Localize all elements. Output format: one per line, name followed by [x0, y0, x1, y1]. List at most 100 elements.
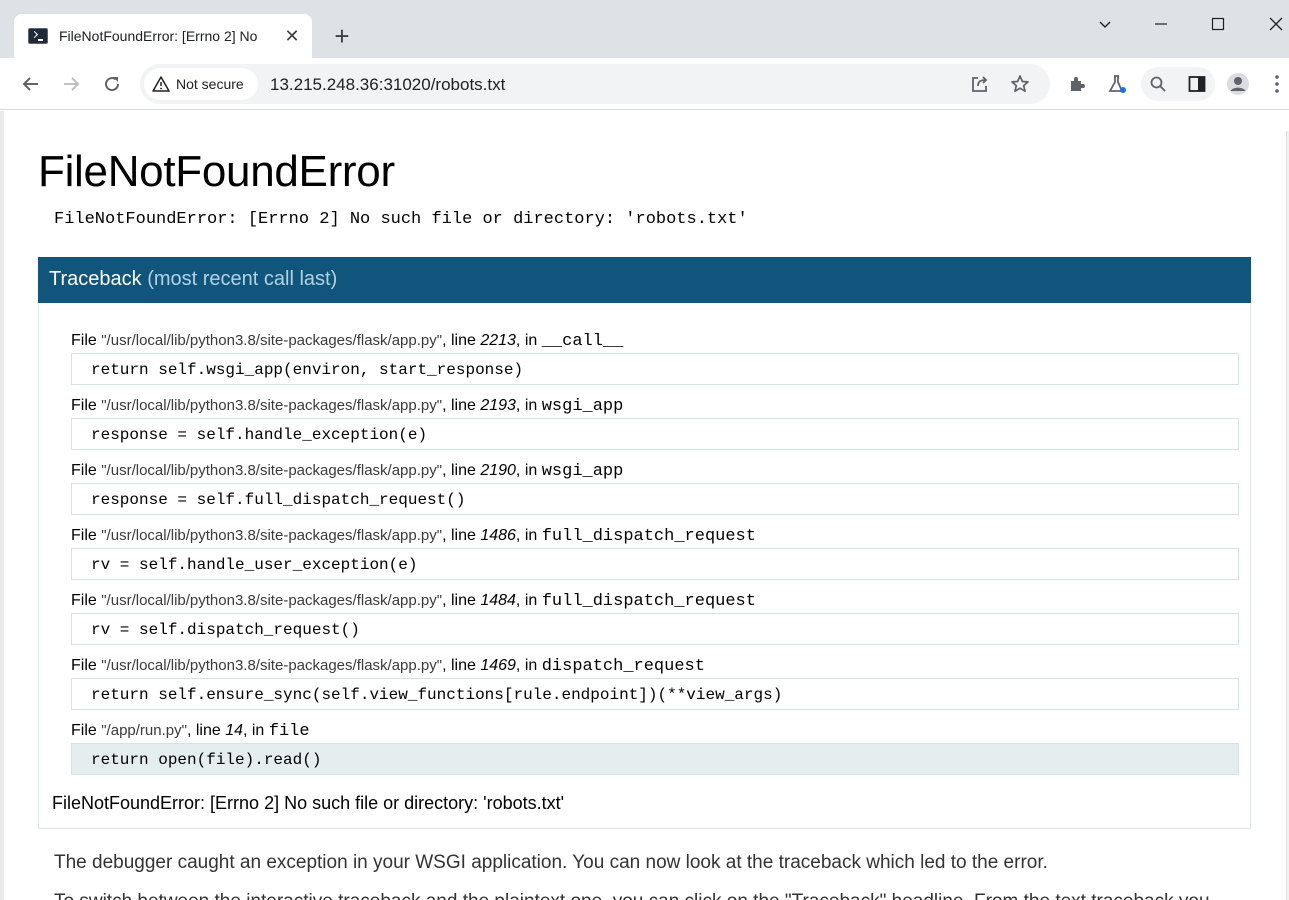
- close-window-icon[interactable]: [1262, 10, 1289, 38]
- frame-function: wsgi_app: [541, 397, 624, 416]
- frame-line-label: , line: [186, 722, 226, 739]
- frame-function: wsgi_app: [541, 462, 624, 481]
- frame-function: dispatch_request: [541, 657, 705, 676]
- frame-location: File "/usr/local/lib/python3.8/site-pack…: [71, 332, 1239, 353]
- frame-filename: "/usr/local/lib/python3.8/site-packages/…: [101, 397, 443, 414]
- frame-location: File "/usr/local/lib/python3.8/site-pack…: [71, 397, 1239, 418]
- frame-location: File "/usr/local/lib/python3.8/site-pack…: [71, 657, 1239, 678]
- frame-in-label: , in: [515, 462, 542, 479]
- frame-file-prefix: File: [71, 397, 102, 414]
- traceback-frame[interactable]: File "/usr/local/lib/python3.8/site-pack…: [71, 332, 1239, 385]
- new-tab-icon[interactable]: +: [328, 22, 356, 50]
- frame-code-line[interactable]: rv = self.dispatch_request(): [71, 613, 1239, 645]
- back-icon[interactable]: [16, 69, 46, 99]
- page-viewport[interactable]: FileNotFoundError FileNotFoundError: [Er…: [0, 111, 1289, 900]
- share-icon[interactable]: [965, 69, 995, 99]
- frame-function: full_dispatch_request: [541, 592, 756, 611]
- traceback-frame[interactable]: File "/app/run.py", line 14, in file retu…: [71, 722, 1239, 775]
- frame-file-prefix: File: [71, 657, 102, 674]
- tab-search-chevron-icon[interactable]: [1091, 10, 1119, 38]
- frame-location: File "/app/run.py", line 14, in file: [71, 722, 1239, 743]
- tab-strip: FileNotFoundError: [Errno 2] No ✕ +: [0, 0, 1289, 58]
- frame-code-line[interactable]: return self.ensure_sync(self.view_functi…: [71, 678, 1239, 710]
- frame-code-line[interactable]: response = self.handle_exception(e): [71, 418, 1239, 450]
- frame-in-label: , in: [242, 722, 269, 739]
- traceback-label: Traceback: [49, 268, 142, 290]
- profile-icon[interactable]: [1223, 69, 1253, 99]
- frame-location: File "/usr/local/lib/python3.8/site-pack…: [71, 462, 1239, 483]
- security-chip[interactable]: Not secure: [144, 68, 258, 100]
- final-exception: FileNotFoundError: [Errno 2] No such fil…: [52, 793, 565, 813]
- traceback-box: File "/usr/local/lib/python3.8/site-pack…: [38, 303, 1251, 829]
- terminal-favicon-icon: [28, 28, 48, 44]
- browser-toolbar: Not secure 13.215.248.36:31020/robots.tx…: [0, 58, 1289, 110]
- frame-function: file: [268, 722, 310, 741]
- warning-icon: [152, 76, 170, 92]
- traceback-header[interactable]: Traceback (most recent call last): [38, 257, 1251, 303]
- tab-title: FileNotFoundError: [Errno 2] No: [59, 28, 258, 44]
- frame-filename: "/usr/local/lib/python3.8/site-packages/…: [101, 527, 443, 544]
- frame-filename: "/usr/local/lib/python3.8/site-packages/…: [101, 657, 443, 674]
- frame-code-line[interactable]: return self.wsgi_app(environ, start_resp…: [71, 353, 1239, 385]
- more-icon[interactable]: [1262, 69, 1289, 99]
- frame-line-number: 2190: [480, 462, 516, 479]
- side-panel-icon[interactable]: [1182, 69, 1212, 99]
- frame-line-label: , line: [442, 527, 481, 544]
- error-message: FileNotFoundError: [Errno 2] No such fil…: [54, 210, 748, 229]
- explanation-text-2: To switch between the interactive traceb…: [54, 891, 1210, 900]
- frame-in-label: , in: [515, 332, 542, 349]
- frame-in-label: , in: [515, 527, 542, 544]
- frame-line-number: 14: [225, 722, 243, 739]
- browser-tab[interactable]: FileNotFoundError: [Errno 2] No ✕: [14, 14, 312, 58]
- security-label: Not secure: [176, 76, 244, 92]
- traceback-subtitle: (most recent call last): [147, 268, 338, 290]
- frame-location: File "/usr/local/lib/python3.8/site-pack…: [71, 592, 1239, 613]
- frame-line-number: 1484: [480, 592, 516, 609]
- address-bar[interactable]: Not secure 13.215.248.36:31020/robots.tx…: [140, 64, 1050, 104]
- traceback-frame[interactable]: File "/usr/local/lib/python3.8/site-pack…: [71, 657, 1239, 710]
- url-text[interactable]: 13.215.248.36:31020/robots.txt: [270, 75, 505, 95]
- frame-code-line[interactable]: response = self.full_dispatch_request(): [71, 483, 1239, 515]
- frame-in-label: , in: [515, 657, 542, 674]
- frame-file-prefix: File: [71, 462, 102, 479]
- left-window-edge: [0, 111, 4, 900]
- labs-icon[interactable]: [1102, 69, 1132, 99]
- frame-file-prefix: File: [71, 592, 102, 609]
- frame-function: __call__: [541, 332, 624, 351]
- reload-icon[interactable]: [97, 69, 127, 99]
- traceback-frame[interactable]: File "/usr/local/lib/python3.8/site-pack…: [71, 527, 1239, 580]
- frame-line-number: 1469: [480, 657, 516, 674]
- star-icon[interactable]: [1005, 69, 1035, 99]
- frame-filename: "/usr/local/lib/python3.8/site-packages/…: [101, 332, 443, 349]
- frame-line-number: 2213: [480, 332, 516, 349]
- frame-filename: "/app/run.py": [101, 722, 187, 739]
- frame-filename: "/usr/local/lib/python3.8/site-packages/…: [101, 592, 443, 609]
- frame-in-label: , in: [515, 592, 542, 609]
- frame-line-label: , line: [442, 592, 481, 609]
- frame-code-line[interactable]: return open(file).read(): [71, 743, 1239, 775]
- search-icon[interactable]: [1143, 69, 1173, 99]
- frame-file-prefix: File: [71, 527, 102, 544]
- extensions-icon[interactable]: [1062, 69, 1092, 99]
- traceback-frame[interactable]: File "/usr/local/lib/python3.8/site-pack…: [71, 397, 1239, 450]
- frame-filename: "/usr/local/lib/python3.8/site-packages/…: [101, 462, 443, 479]
- frame-file-prefix: File: [71, 722, 102, 739]
- traceback-frame[interactable]: File "/usr/local/lib/python3.8/site-pack…: [71, 592, 1239, 645]
- close-tab-icon[interactable]: ✕: [282, 26, 302, 46]
- explanation-text: The debugger caught an exception in your…: [54, 852, 1048, 873]
- frame-line-number: 2193: [480, 397, 516, 414]
- frame-location: File "/usr/local/lib/python3.8/site-pack…: [71, 527, 1239, 548]
- minimize-icon[interactable]: [1147, 10, 1175, 38]
- frame-line-label: , line: [442, 462, 481, 479]
- traceback-frame[interactable]: File "/usr/local/lib/python3.8/site-pack…: [71, 462, 1239, 515]
- frame-code-line[interactable]: rv = self.handle_user_exception(e): [71, 548, 1239, 580]
- page-title: FileNotFoundError: [38, 147, 395, 196]
- maximize-icon[interactable]: [1204, 10, 1232, 38]
- frame-function: full_dispatch_request: [541, 527, 756, 546]
- frame-line-label: , line: [442, 397, 481, 414]
- frame-file-prefix: File: [71, 332, 102, 349]
- forward-icon[interactable]: [56, 69, 86, 99]
- frame-line-label: , line: [442, 332, 481, 349]
- frame-line-number: 1486: [480, 527, 516, 544]
- frame-in-label: , in: [515, 397, 542, 414]
